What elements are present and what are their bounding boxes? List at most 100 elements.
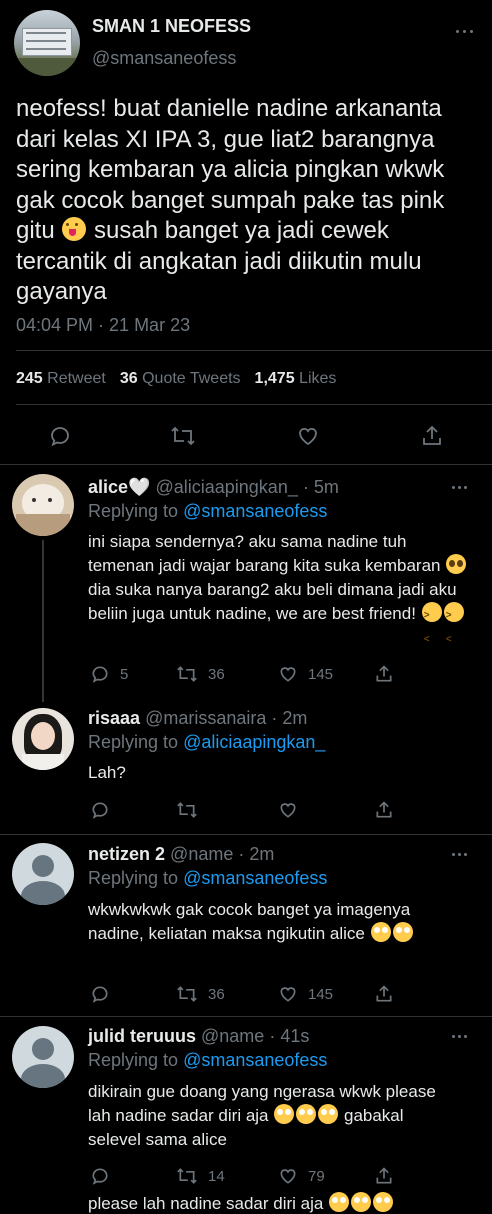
eye-roll-emoji-icon <box>373 1192 394 1212</box>
pleading-face-emoji-icon <box>446 554 467 574</box>
share-button[interactable] <box>374 800 394 820</box>
reply-display-name[interactable]: risaaa <box>88 708 140 728</box>
reply-icon <box>92 666 108 683</box>
more-options-icon[interactable] <box>452 486 472 492</box>
divider <box>0 1016 492 1017</box>
retweet-count: 36 <box>208 665 225 683</box>
retweets-count: 245 <box>16 370 43 387</box>
like-button[interactable]: 145 <box>278 664 333 684</box>
replying-to: Replying to @smansaneofess <box>88 1050 327 1071</box>
share-button[interactable] <box>374 1166 394 1186</box>
eye-roll-emoji-icon <box>318 1104 339 1124</box>
like-button[interactable] <box>296 424 320 448</box>
share-button[interactable] <box>374 984 394 1004</box>
reply-button[interactable]: 5 <box>90 664 128 684</box>
reply-count: 5 <box>120 665 129 683</box>
confounded-face-emoji-icon <box>421 602 442 652</box>
like-button[interactable]: 145 <box>278 984 333 1004</box>
reply-time[interactable]: 5m <box>314 477 339 497</box>
like-button[interactable]: 79 <box>278 1166 325 1186</box>
reply-time[interactable]: 2m <box>249 844 274 864</box>
tweet-text: neofess! buat danielle nadine arkananta … <box>16 94 476 308</box>
reply-header: netizen 2 @name · 2m <box>88 844 275 864</box>
reply-header: alice🤍 @aliciaapingkan_ · 5m <box>88 477 339 497</box>
share-button[interactable] <box>374 664 394 684</box>
reply-icon <box>92 986 108 1003</box>
retweet-button[interactable] <box>176 800 198 820</box>
heart-icon <box>280 987 296 1002</box>
likes-stat[interactable]: 1,475 Likes <box>255 370 337 388</box>
replying-to: Replying to @smansaneofess <box>88 868 327 889</box>
reply-text: Lah? <box>88 763 126 782</box>
retweet-icon <box>177 1168 197 1184</box>
retweet-icon <box>177 666 197 682</box>
heart-icon <box>280 667 296 682</box>
reply-handle[interactable]: @aliciaapingkan_ <box>155 477 297 497</box>
reply-button[interactable] <box>90 800 110 820</box>
reply-handle[interactable]: @name <box>170 844 233 864</box>
more-options-icon[interactable] <box>452 853 472 859</box>
retweet-button[interactable]: 36 <box>176 984 225 1004</box>
heart-icon <box>280 1169 296 1184</box>
replying-to-label: Replying to <box>88 501 179 521</box>
like-count: 145 <box>308 985 334 1003</box>
replying-to-handle[interactable]: @aliciaapingkan_ <box>183 732 325 752</box>
retweet-icon <box>171 426 195 446</box>
tweet-timestamp[interactable]: 04:04 PM · 21 Mar 23 <box>16 315 190 336</box>
default-avatar-icon[interactable] <box>12 1026 74 1088</box>
eye-roll-emoji-icon <box>370 922 391 942</box>
author-avatar[interactable] <box>14 10 80 76</box>
eye-roll-emoji-icon <box>329 1192 350 1212</box>
eye-roll-emoji-icon <box>351 1192 372 1212</box>
reply-handle[interactable]: @name <box>201 1026 264 1046</box>
reply-text: dikirain gue doang yang ngerasa wkwk ple… <box>88 1080 458 1152</box>
like-count: 145 <box>308 665 334 683</box>
replying-to: Replying to @smansaneofess <box>88 501 327 522</box>
reply-icon <box>92 802 108 819</box>
replying-to: Replying to @aliciaapingkan_ <box>88 732 325 753</box>
reply-button[interactable] <box>48 424 72 448</box>
eye-roll-emoji-icon <box>392 922 413 942</box>
retweet-count: 14 <box>208 1167 225 1185</box>
replying-to-handle[interactable]: @smansaneofess <box>183 868 327 888</box>
default-avatar-icon[interactable] <box>12 843 74 905</box>
divider <box>16 350 492 351</box>
share-button[interactable] <box>420 424 444 448</box>
share-icon <box>376 1167 392 1184</box>
more-options-icon[interactable] <box>456 30 476 36</box>
quotes-count: 36 <box>119 370 138 387</box>
share-icon <box>376 665 392 682</box>
reply-avatar[interactable] <box>12 708 74 770</box>
more-options-icon[interactable] <box>452 1035 472 1041</box>
reply-handle[interactable]: @marissanaira <box>145 708 266 728</box>
reply-display-name[interactable]: netizen 2 <box>88 844 165 864</box>
tongue-emoji-icon <box>62 217 87 241</box>
like-button[interactable] <box>278 800 298 820</box>
retweet-button[interactable]: 36 <box>176 664 225 684</box>
replying-to-label: Replying to <box>88 732 179 752</box>
reply-time[interactable]: 41s <box>280 1026 309 1046</box>
reply-display-name[interactable]: alice🤍 <box>88 477 150 497</box>
reply-button[interactable] <box>90 1166 110 1186</box>
author-handle[interactable]: @smansaneofess <box>92 48 236 69</box>
retweet-button[interactable]: 14 <box>176 1166 225 1186</box>
retweet-icon <box>177 986 197 1002</box>
divider <box>16 404 492 405</box>
reply-avatar[interactable] <box>12 474 74 536</box>
reply-time[interactable]: 2m <box>282 708 307 728</box>
reply-text: wkwkwkwk gak cocok banget ya imagenya na… <box>88 898 448 946</box>
quotes-stat[interactable]: 36 Quote Tweets <box>120 370 241 388</box>
retweet-button[interactable] <box>170 424 196 448</box>
tweet-stats: 245 Retweet 36 Quote Tweets 1,475 Likes <box>16 370 336 388</box>
retweets-stat[interactable]: 245 Retweet <box>16 370 106 388</box>
heart-icon <box>280 803 296 818</box>
reply-button[interactable] <box>90 984 110 1004</box>
retweet-count: 36 <box>208 985 225 1003</box>
replying-to-handle[interactable]: @smansaneofess <box>183 501 327 521</box>
cutoff-text: please lah nadine sadar diri aja <box>88 1194 324 1213</box>
author-display-name[interactable]: SMAN 1 NEOFESS <box>92 16 251 37</box>
replying-to-handle[interactable]: @smansaneofess <box>183 1050 327 1070</box>
reply-display-name[interactable]: julid teruuus <box>88 1026 196 1046</box>
eye-roll-emoji-icon <box>296 1104 317 1124</box>
cutoff-reply-text: please lah nadine sadar diri aja <box>88 1192 394 1214</box>
